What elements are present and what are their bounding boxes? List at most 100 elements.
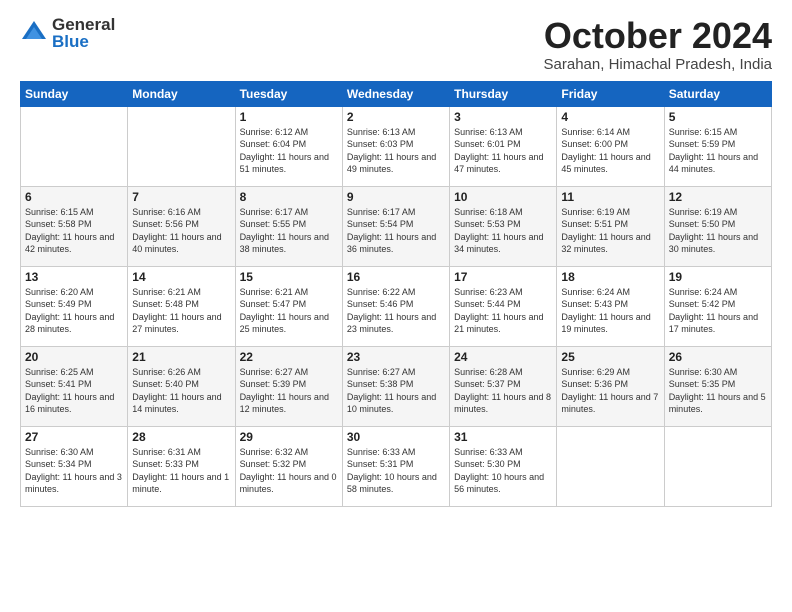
cell-content: Sunrise: 6:17 AMSunset: 5:55 PMDaylight:… xyxy=(240,206,338,256)
calendar-cell: 28 Sunrise: 6:31 AMSunset: 5:33 PMDayligh… xyxy=(128,426,235,506)
cell-content: Sunrise: 6:15 AMSunset: 5:58 PMDaylight:… xyxy=(25,206,123,256)
col-friday: Friday xyxy=(557,81,664,106)
cell-content: Sunrise: 6:16 AMSunset: 5:56 PMDaylight:… xyxy=(132,206,230,256)
day-number: 9 xyxy=(347,190,445,204)
calendar-cell: 11 Sunrise: 6:19 AMSunset: 5:51 PMDayligh… xyxy=(557,186,664,266)
calendar-cell: 1 Sunrise: 6:12 AMSunset: 6:04 PMDaylight… xyxy=(235,106,342,186)
day-number: 29 xyxy=(240,430,338,444)
day-number: 24 xyxy=(454,350,552,364)
cell-content: Sunrise: 6:33 AMSunset: 5:30 PMDaylight:… xyxy=(454,446,552,496)
cell-content: Sunrise: 6:26 AMSunset: 5:40 PMDaylight:… xyxy=(132,366,230,416)
cell-content: Sunrise: 6:27 AMSunset: 5:39 PMDaylight:… xyxy=(240,366,338,416)
calendar-cell: 3 Sunrise: 6:13 AMSunset: 6:01 PMDaylight… xyxy=(450,106,557,186)
logo-general: General xyxy=(52,16,115,33)
calendar-cell: 8Sunrise: 6:17 AMSunset: 5:55 PMDaylight… xyxy=(235,186,342,266)
cell-content: Sunrise: 6:21 AMSunset: 5:47 PMDaylight:… xyxy=(240,286,338,336)
day-number: 14 xyxy=(132,270,230,284)
calendar-week-4: 20 Sunrise: 6:25 AMSunset: 5:41 PMDayligh… xyxy=(21,346,772,426)
cell-content: Sunrise: 6:24 AMSunset: 5:43 PMDaylight:… xyxy=(561,286,659,336)
day-number: 5 xyxy=(669,110,767,124)
day-number: 1 xyxy=(240,110,338,124)
calendar-cell: 9Sunrise: 6:17 AMSunset: 5:54 PMDaylight… xyxy=(342,186,449,266)
header-row: Sunday Monday Tuesday Wednesday Thursday… xyxy=(21,81,772,106)
cell-content: Sunrise: 6:24 AMSunset: 5:42 PMDaylight:… xyxy=(669,286,767,336)
col-sunday: Sunday xyxy=(21,81,128,106)
cell-content: Sunrise: 6:31 AMSunset: 5:33 PMDaylight:… xyxy=(132,446,230,496)
calendar-cell xyxy=(21,106,128,186)
day-number: 27 xyxy=(25,430,123,444)
calendar-cell: 25Sunrise: 6:29 AMSunset: 5:36 PMDayligh… xyxy=(557,346,664,426)
calendar-cell: 20 Sunrise: 6:25 AMSunset: 5:41 PMDayligh… xyxy=(21,346,128,426)
calendar-cell: 30 Sunrise: 6:33 AMSunset: 5:31 PMDayligh… xyxy=(342,426,449,506)
calendar-cell: 6 Sunrise: 6:15 AMSunset: 5:58 PMDaylight… xyxy=(21,186,128,266)
calendar-cell: 16Sunrise: 6:22 AMSunset: 5:46 PMDayligh… xyxy=(342,266,449,346)
col-wednesday: Wednesday xyxy=(342,81,449,106)
cell-content: Sunrise: 6:19 AMSunset: 5:51 PMDaylight:… xyxy=(561,206,659,256)
title-area: October 2024 Sarahan, Himachal Pradesh, … xyxy=(544,16,772,73)
calendar-cell xyxy=(128,106,235,186)
day-number: 23 xyxy=(347,350,445,364)
calendar-cell: 15 Sunrise: 6:21 AMSunset: 5:47 PMDayligh… xyxy=(235,266,342,346)
cell-content: Sunrise: 6:25 AMSunset: 5:41 PMDaylight:… xyxy=(25,366,123,416)
day-number: 28 xyxy=(132,430,230,444)
logo: General Blue xyxy=(20,16,115,50)
calendar-week-5: 27Sunrise: 6:30 AMSunset: 5:34 PMDayligh… xyxy=(21,426,772,506)
calendar-cell: 14 Sunrise: 6:21 AMSunset: 5:48 PMDayligh… xyxy=(128,266,235,346)
calendar-body: 1 Sunrise: 6:12 AMSunset: 6:04 PMDaylight… xyxy=(21,106,772,506)
col-monday: Monday xyxy=(128,81,235,106)
calendar-cell: 22 Sunrise: 6:27 AMSunset: 5:39 PMDayligh… xyxy=(235,346,342,426)
day-number: 7 xyxy=(132,190,230,204)
calendar-cell xyxy=(557,426,664,506)
cell-content: Sunrise: 6:30 AMSunset: 5:35 PMDaylight:… xyxy=(669,366,767,416)
logo-icon xyxy=(20,19,48,47)
day-number: 25 xyxy=(561,350,659,364)
cell-content: Sunrise: 6:20 AMSunset: 5:49 PMDaylight:… xyxy=(25,286,123,336)
day-number: 11 xyxy=(561,190,659,204)
calendar-cell: 29Sunrise: 6:32 AMSunset: 5:32 PMDayligh… xyxy=(235,426,342,506)
header: General Blue October 2024 Sarahan, Himac… xyxy=(20,16,772,73)
cell-content: Sunrise: 6:33 AMSunset: 5:31 PMDaylight:… xyxy=(347,446,445,496)
cell-content: Sunrise: 6:12 AMSunset: 6:04 PMDaylight:… xyxy=(240,126,338,176)
calendar-cell: 17Sunrise: 6:23 AMSunset: 5:44 PMDayligh… xyxy=(450,266,557,346)
calendar-week-1: 1 Sunrise: 6:12 AMSunset: 6:04 PMDaylight… xyxy=(21,106,772,186)
calendar-cell: 12Sunrise: 6:19 AMSunset: 5:50 PMDayligh… xyxy=(664,186,771,266)
col-tuesday: Tuesday xyxy=(235,81,342,106)
calendar-cell: 10Sunrise: 6:18 AMSunset: 5:53 PMDayligh… xyxy=(450,186,557,266)
day-number: 19 xyxy=(669,270,767,284)
day-number: 10 xyxy=(454,190,552,204)
page: General Blue October 2024 Sarahan, Himac… xyxy=(0,0,792,517)
calendar-cell: 31 Sunrise: 6:33 AMSunset: 5:30 PMDayligh… xyxy=(450,426,557,506)
calendar-cell: 5 Sunrise: 6:15 AMSunset: 5:59 PMDaylight… xyxy=(664,106,771,186)
day-number: 3 xyxy=(454,110,552,124)
subtitle: Sarahan, Himachal Pradesh, India xyxy=(544,56,772,73)
day-number: 22 xyxy=(240,350,338,364)
cell-content: Sunrise: 6:27 AMSunset: 5:38 PMDaylight:… xyxy=(347,366,445,416)
calendar-cell: 4Sunrise: 6:14 AMSunset: 6:00 PMDaylight… xyxy=(557,106,664,186)
day-number: 6 xyxy=(25,190,123,204)
col-thursday: Thursday xyxy=(450,81,557,106)
cell-content: Sunrise: 6:13 AMSunset: 6:01 PMDaylight:… xyxy=(454,126,552,176)
cell-content: Sunrise: 6:21 AMSunset: 5:48 PMDaylight:… xyxy=(132,286,230,336)
calendar-header: Sunday Monday Tuesday Wednesday Thursday… xyxy=(21,81,772,106)
day-number: 12 xyxy=(669,190,767,204)
calendar-cell: 18 Sunrise: 6:24 AMSunset: 5:43 PMDayligh… xyxy=(557,266,664,346)
day-number: 31 xyxy=(454,430,552,444)
cell-content: Sunrise: 6:14 AMSunset: 6:00 PMDaylight:… xyxy=(561,126,659,176)
col-saturday: Saturday xyxy=(664,81,771,106)
cell-content: Sunrise: 6:15 AMSunset: 5:59 PMDaylight:… xyxy=(669,126,767,176)
day-number: 21 xyxy=(132,350,230,364)
cell-content: Sunrise: 6:28 AMSunset: 5:37 PMDaylight:… xyxy=(454,366,552,416)
calendar-cell: 13 Sunrise: 6:20 AMSunset: 5:49 PMDayligh… xyxy=(21,266,128,346)
cell-content: Sunrise: 6:13 AMSunset: 6:03 PMDaylight:… xyxy=(347,126,445,176)
logo-blue: Blue xyxy=(52,33,115,50)
day-number: 13 xyxy=(25,270,123,284)
day-number: 30 xyxy=(347,430,445,444)
calendar-cell: 27Sunrise: 6:30 AMSunset: 5:34 PMDayligh… xyxy=(21,426,128,506)
day-number: 20 xyxy=(25,350,123,364)
day-number: 15 xyxy=(240,270,338,284)
calendar-cell: 23 Sunrise: 6:27 AMSunset: 5:38 PMDayligh… xyxy=(342,346,449,426)
calendar-cell: 19 Sunrise: 6:24 AMSunset: 5:42 PMDayligh… xyxy=(664,266,771,346)
day-number: 18 xyxy=(561,270,659,284)
day-number: 26 xyxy=(669,350,767,364)
calendar-cell: 26 Sunrise: 6:30 AMSunset: 5:35 PMDayligh… xyxy=(664,346,771,426)
